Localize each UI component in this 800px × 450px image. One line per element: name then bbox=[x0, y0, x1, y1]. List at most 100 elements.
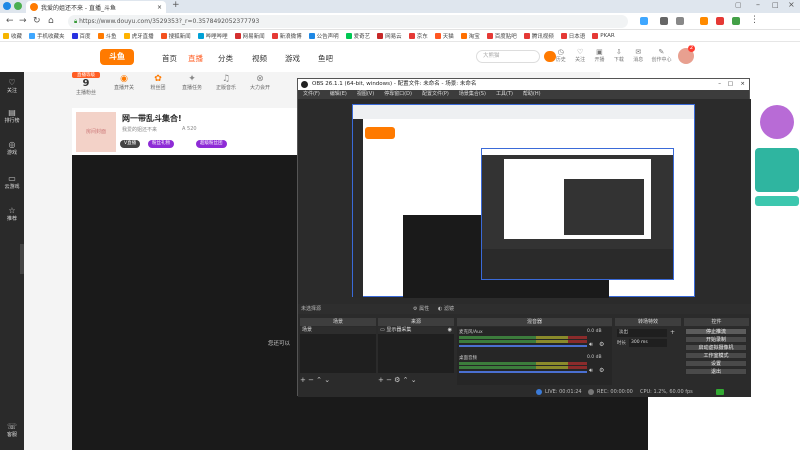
nav-game[interactable]: 游戏 bbox=[285, 53, 300, 64]
back-icon[interactable]: ← bbox=[6, 16, 14, 26]
douyu-logo[interactable]: 斗鱼 bbox=[100, 49, 134, 65]
forward-icon[interactable]: → bbox=[19, 16, 27, 26]
nav-live[interactable]: 直播 bbox=[188, 53, 203, 64]
start-recording-button[interactable]: 开始录制 bbox=[685, 336, 747, 343]
filters-button[interactable]: ◐ 滤镜 bbox=[438, 304, 454, 314]
room-streamer[interactable]: 我爱的姐还不来 bbox=[122, 126, 157, 133]
close-button[interactable]: × bbox=[788, 0, 795, 9]
bookmark-item[interactable]: 腾讯视频 bbox=[523, 32, 554, 40]
sidebar-item-rank[interactable]: ▤ 排行榜 bbox=[0, 108, 24, 124]
transition-select[interactable]: 淡出 bbox=[617, 329, 667, 337]
gear-icon[interactable]: ⚙ bbox=[599, 367, 604, 374]
volume-slider[interactable] bbox=[459, 371, 587, 373]
right-promo[interactable] bbox=[755, 100, 800, 220]
bookmark-item[interactable]: 搜狐新闻 bbox=[160, 32, 191, 40]
tool-icon[interactable] bbox=[660, 17, 668, 25]
bookmark-item[interactable]: 百度 bbox=[71, 32, 91, 40]
exit-button[interactable]: 退出 bbox=[685, 368, 747, 375]
super-fan-pill[interactable]: 超级粉丝团 bbox=[196, 140, 227, 148]
nav-category[interactable]: 分类 bbox=[218, 53, 233, 64]
obs-preview[interactable] bbox=[298, 99, 751, 304]
properties-button[interactable]: ⚙ 属性 bbox=[413, 304, 429, 314]
message-button[interactable]: ✉ 消息 bbox=[631, 48, 646, 68]
obs-titlebar[interactable]: OBS 26.1.1 (64-bit, windows) - 配置文件: 未命名… bbox=[298, 79, 749, 90]
obs-window[interactable]: OBS 26.1.1 (64-bit, windows) - 配置文件: 未命名… bbox=[297, 78, 751, 397]
obs-menu-file[interactable]: 文件(F) bbox=[303, 90, 320, 99]
extension-icon[interactable] bbox=[640, 17, 648, 25]
scene-buttons[interactable]: + − ⌃ ⌄ bbox=[300, 376, 376, 384]
sidebar-item-follow[interactable]: ♡ 关注 bbox=[0, 78, 24, 94]
obs-menu-tools[interactable]: 工具(T) bbox=[496, 90, 513, 99]
url-input[interactable]: 🔒︎ https://www.douyu.com/3529353?_r=0.35… bbox=[68, 15, 628, 28]
home-icon[interactable]: ⌂ bbox=[48, 16, 54, 26]
minimize-button[interactable]: – bbox=[756, 0, 760, 9]
promo-card[interactable] bbox=[755, 148, 799, 192]
obs-menu-profile[interactable]: 配置文件(P) bbox=[422, 90, 449, 99]
download-button[interactable]: ⇩ 下载 bbox=[611, 48, 626, 68]
follow-button[interactable]: ♡ 关注 bbox=[572, 48, 587, 68]
bookmark-item[interactable]: 公告声明 bbox=[308, 32, 339, 40]
bookmark-item[interactable]: 收藏 bbox=[3, 32, 22, 40]
tab-music[interactable]: ♫ 正版音乐 bbox=[214, 74, 238, 100]
tab-fan-group[interactable]: ✿ 粉丝团 bbox=[146, 74, 170, 100]
add-transition-icon[interactable]: + bbox=[670, 329, 675, 336]
source-item[interactable]: ▭ 显示器采集 ◉ bbox=[378, 327, 454, 334]
extension-icon[interactable] bbox=[732, 17, 740, 25]
obs-menu-edit[interactable]: 编辑(E) bbox=[330, 90, 347, 99]
tab-live-switch[interactable]: ◉ 直播开关 bbox=[112, 74, 136, 100]
browser-tab[interactable]: 我爱的姐还不来 - 直播_斗鱼 × bbox=[26, 1, 166, 13]
bookmark-item[interactable]: 手机收藏夹 bbox=[29, 32, 65, 40]
bookmark-item[interactable]: 京东 bbox=[408, 32, 428, 40]
eye-icon[interactable]: ◉ bbox=[448, 327, 454, 334]
nav-video[interactable]: 视频 bbox=[252, 53, 267, 64]
speaker-icon[interactable]: 🔊︎ bbox=[589, 341, 593, 349]
bookmark-item[interactable]: 天猫 bbox=[434, 32, 454, 40]
bookmark-item[interactable]: 爱奇艺 bbox=[345, 32, 370, 40]
nav-home[interactable]: 首页 bbox=[162, 53, 177, 64]
bookmark-item[interactable]: PKAR bbox=[592, 32, 615, 39]
sidebar-item-cloudgame[interactable]: ▭ 云游戏 bbox=[0, 174, 24, 190]
speaker-icon[interactable]: 🔊︎ bbox=[589, 367, 593, 375]
window-menu-icon[interactable]: ▢ bbox=[735, 1, 742, 9]
obs-maximize-button[interactable]: □ bbox=[728, 79, 733, 90]
sidebar-item-game[interactable]: ◎ 游戏 bbox=[0, 140, 24, 156]
tool-icon[interactable] bbox=[676, 17, 684, 25]
bookmark-item[interactable]: 虎牙直播 bbox=[123, 32, 154, 40]
virtual-camera-button[interactable]: 启动虚拟摄像机 bbox=[685, 344, 747, 351]
duration-input[interactable]: 300 ms bbox=[629, 339, 667, 347]
extension-icon[interactable] bbox=[716, 17, 724, 25]
tab-close-icon[interactable]: × bbox=[157, 4, 162, 11]
gear-icon[interactable]: ⚙ bbox=[599, 341, 604, 348]
nav-fishbar[interactable]: 鱼吧 bbox=[318, 53, 333, 64]
sidebar-item-service[interactable]: ☏ 客服 bbox=[0, 422, 24, 438]
bookmark-item[interactable]: 哔哩哔哩 bbox=[197, 32, 228, 40]
stop-streaming-button[interactable]: 停止推流 bbox=[685, 328, 747, 335]
bookmark-item[interactable]: 日本语 bbox=[560, 32, 585, 40]
scene-item[interactable]: 场景 bbox=[300, 327, 376, 334]
bookmark-item[interactable]: 网易云 bbox=[377, 32, 402, 40]
bookmark-item[interactable]: 百度贴吧 bbox=[486, 32, 517, 40]
maximize-button[interactable]: □ bbox=[772, 1, 779, 9]
v-live-pill[interactable]: V直播 bbox=[120, 140, 141, 148]
obs-close-button[interactable]: × bbox=[740, 79, 745, 90]
volume-slider[interactable] bbox=[459, 345, 587, 347]
promo-strip[interactable] bbox=[755, 196, 799, 206]
obs-minimize-button[interactable]: – bbox=[718, 79, 721, 90]
history-button[interactable]: ◷ 历史 bbox=[553, 48, 568, 68]
obs-menu-help[interactable]: 帮助(H) bbox=[523, 90, 541, 99]
extension-icon[interactable] bbox=[14, 2, 22, 10]
bookmark-item[interactable]: 新浪微博 bbox=[271, 32, 302, 40]
settings-button[interactable]: 设置 bbox=[685, 360, 747, 367]
tab-live-task[interactable]: ✦ 直播任务 bbox=[180, 74, 204, 100]
bookmark-item[interactable]: 网易新闻 bbox=[234, 32, 265, 40]
promo-badge[interactable] bbox=[760, 105, 794, 139]
sidebar-item-recommend[interactable]: ☆ 推荐 bbox=[0, 206, 24, 222]
obs-menu-view[interactable]: 视图(V) bbox=[357, 90, 374, 99]
obs-menu-scene-collection[interactable]: 场景集合(S) bbox=[459, 90, 486, 99]
bookmark-item[interactable]: 淘宝 bbox=[460, 32, 480, 40]
menu-icon[interactable]: ⋮ bbox=[750, 15, 759, 25]
new-tab-button[interactable]: + bbox=[172, 0, 180, 10]
start-live-button[interactable]: ▣ 开播 bbox=[592, 48, 607, 68]
creator-center-button[interactable]: ✎ 创作中心 bbox=[650, 48, 673, 68]
source-buttons[interactable]: + − ⚙ ⌃ ⌄ bbox=[378, 376, 454, 384]
